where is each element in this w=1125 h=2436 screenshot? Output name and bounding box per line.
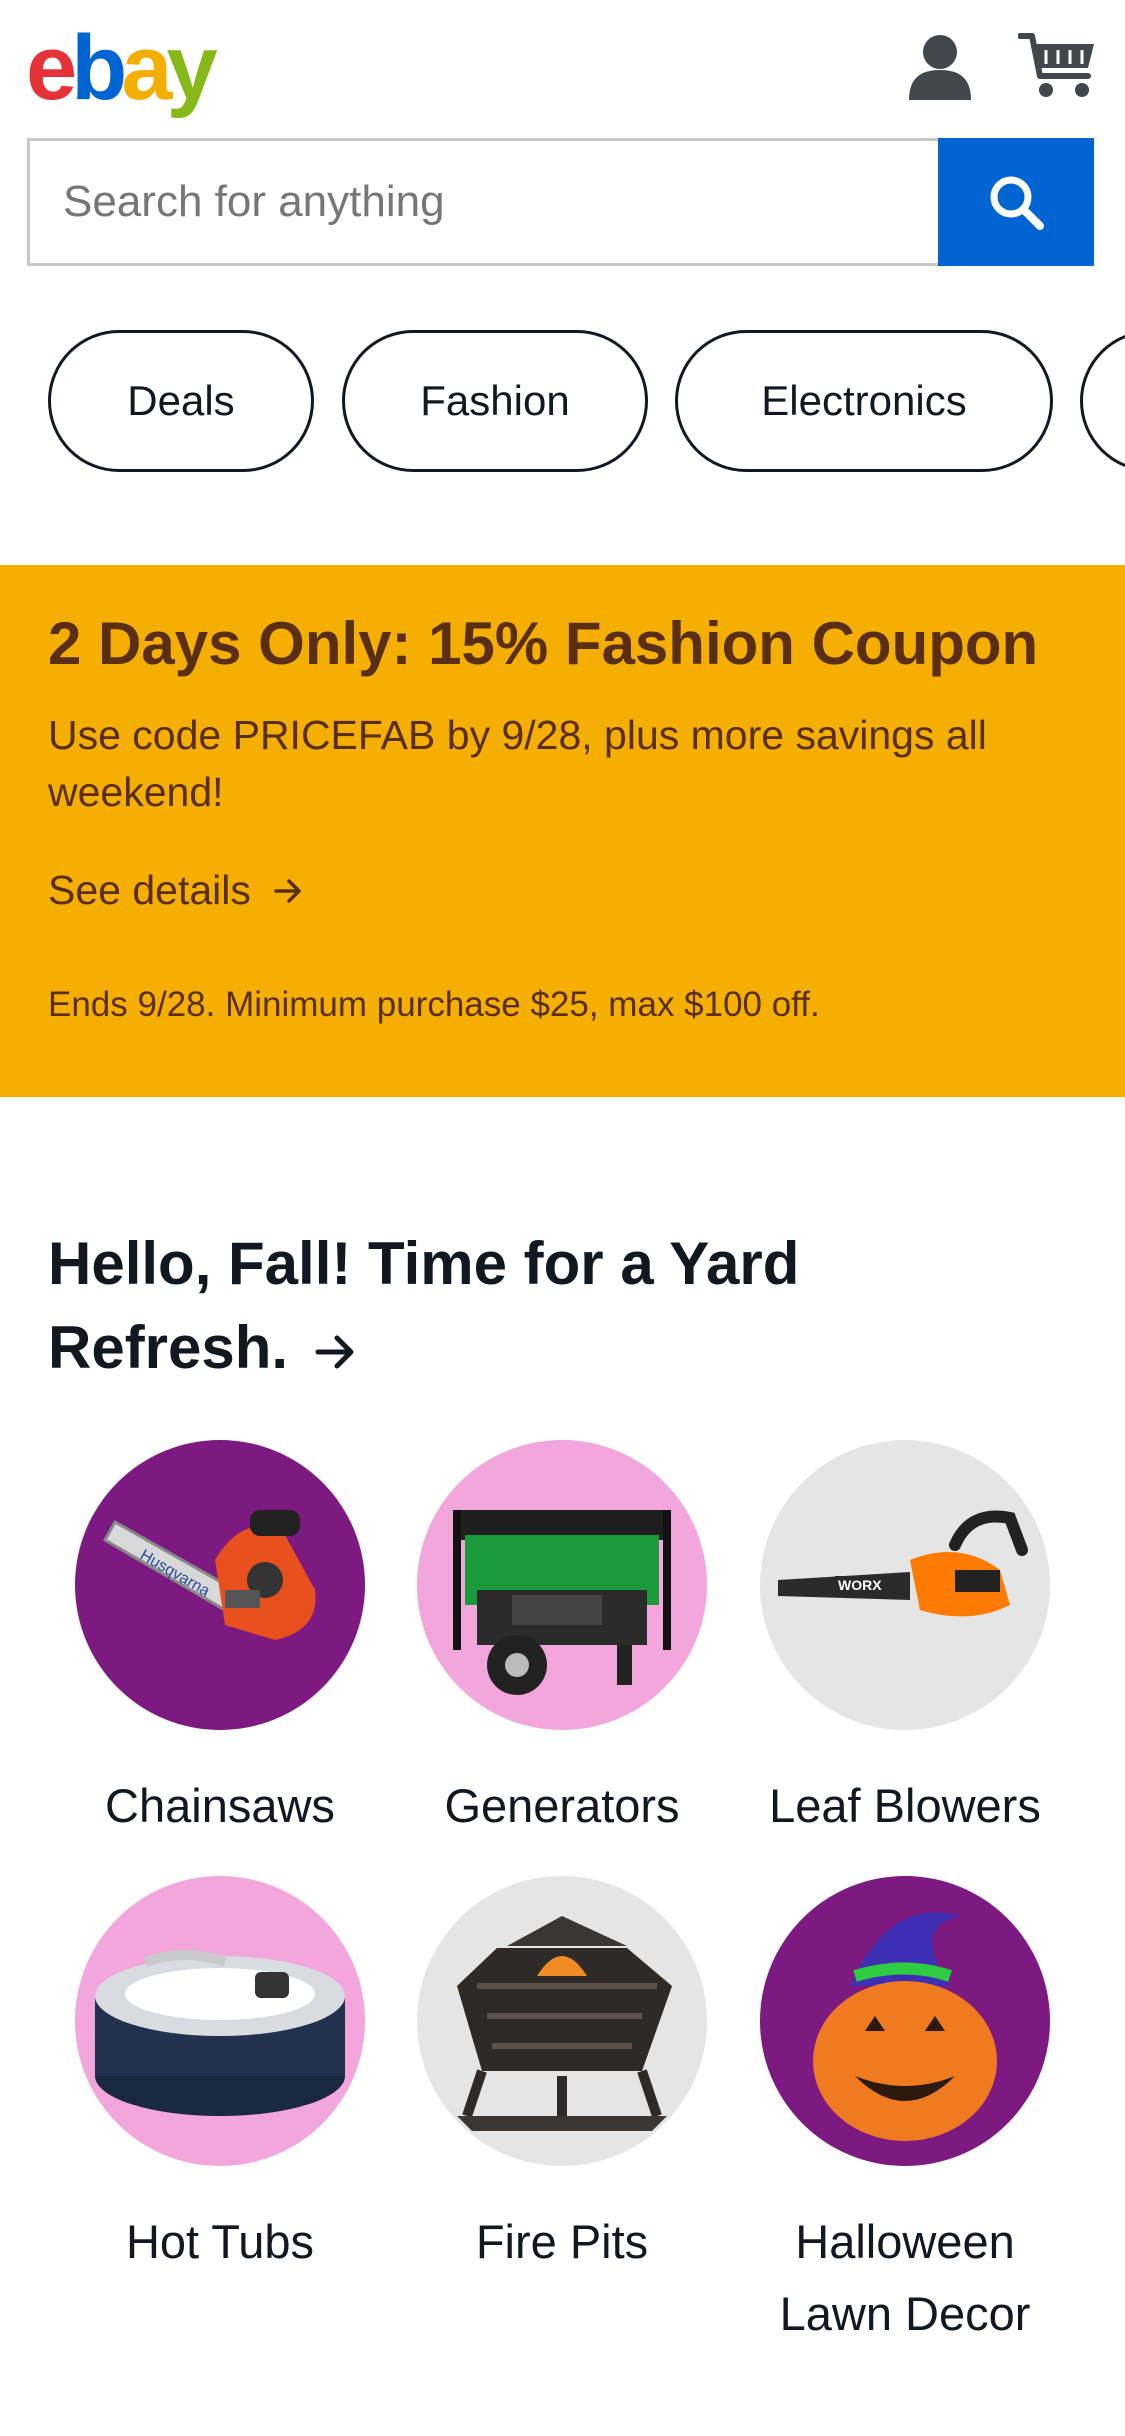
hot-tub-image [75, 1876, 365, 2166]
user-icon[interactable] [905, 32, 975, 102]
header: ebay [0, 0, 1125, 130]
ebay-logo[interactable]: ebay [26, 22, 218, 114]
category-tile-hot-tubs[interactable]: Hot Tubs [50, 1876, 390, 2278]
see-details-label: See details [48, 867, 251, 913]
fire-pit-image [417, 1876, 707, 2166]
pill-deals[interactable]: Deals [48, 330, 314, 472]
see-details-link[interactable]: See details [48, 867, 303, 914]
search-icon [990, 176, 1044, 230]
halloween-pumpkin-image [760, 1876, 1050, 2166]
section-title[interactable]: Hello, Fall! Time for a Yard Refresh. [48, 1222, 948, 1390]
pill-next[interactable] [1080, 330, 1125, 472]
cart-icon[interactable] [1018, 30, 1098, 100]
promo-title: 2 Days Only: 15% Fashion Coupon [48, 610, 1039, 677]
promo-subtitle: Use code PRICEFAB by 9/28, plus more sav… [48, 712, 987, 815]
pill-fashion[interactable]: Fashion [342, 330, 648, 472]
search-bar [27, 138, 1094, 266]
category-tile-chainsaws[interactable]: Husqvarna Chainsaws [50, 1440, 390, 1842]
category-tile-fire-pits[interactable]: Fire Pits [392, 1876, 732, 2278]
section-title-text: Hello, Fall! Time for a Yard Refresh. [48, 1230, 800, 1381]
pill-electronics[interactable]: Electronics [675, 330, 1053, 472]
category-tile-leaf-blowers[interactable]: WORX Leaf Blowers [735, 1440, 1075, 1842]
category-label: Chainsaws [105, 1779, 335, 1832]
category-label: Leaf Blowers [769, 1779, 1041, 1832]
category-label: Hot Tubs [125, 2215, 315, 2268]
promo-banner[interactable]: 2 Days Only: 15% Fashion Coupon Use code… [0, 565, 1125, 1097]
category-nav: Deals Fashion Electronics [0, 330, 1125, 475]
category-label: Fire Pits [475, 2215, 649, 2268]
chainsaw-image: Husqvarna [75, 1440, 365, 1730]
svg-text:WORX: WORX [838, 1577, 882, 1593]
arrow-right-icon [315, 1335, 354, 1369]
category-label: Generators [444, 1779, 680, 1832]
category-tile-generators[interactable]: Generators [392, 1440, 732, 1842]
leaf-blower-image: WORX [760, 1440, 1050, 1730]
arrow-right-icon [274, 878, 301, 903]
category-label: Halloween Lawn Decor [779, 2215, 1031, 2340]
generator-image [417, 1440, 707, 1730]
promo-fine-print: Ends 9/28. Minimum purchase $25, max $10… [48, 985, 820, 1024]
search-input[interactable] [30, 141, 940, 263]
search-button[interactable] [938, 138, 1094, 266]
category-tile-halloween-lawn-decor[interactable]: Halloween Lawn Decor [735, 1876, 1075, 2350]
